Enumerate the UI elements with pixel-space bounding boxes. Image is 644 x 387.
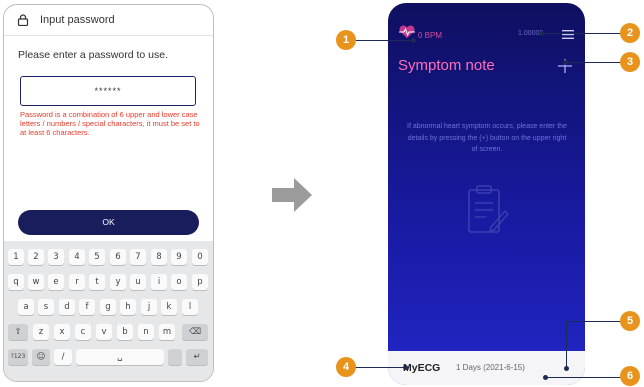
callout-5-badge: 5: [620, 311, 640, 331]
password-title: Input password: [40, 14, 115, 26]
key-3[interactable]: 3: [48, 249, 64, 265]
key-6[interactable]: 6: [110, 249, 126, 265]
key-y[interactable]: y: [110, 274, 126, 290]
key-v[interactable]: v: [96, 324, 112, 340]
period-key[interactable]: [168, 349, 182, 365]
key-9[interactable]: 9: [171, 249, 187, 265]
days-label: 1 Days (2021-6-15): [456, 363, 525, 372]
space-key[interactable]: ␣: [76, 349, 164, 365]
key-0[interactable]: 0: [192, 249, 208, 265]
callout-3-dot: [563, 59, 568, 65]
right-arrow-icon: [272, 178, 312, 212]
key-o[interactable]: o: [171, 274, 187, 290]
heart-logo-icon: [399, 25, 415, 38]
key-f[interactable]: f: [79, 299, 95, 315]
key-slash[interactable]: /: [54, 349, 72, 365]
callout-2-badge: 2: [620, 23, 640, 43]
key-j[interactable]: j: [141, 299, 157, 315]
key-g[interactable]: g: [100, 299, 116, 315]
callout-4-line: [354, 367, 406, 368]
key-4[interactable]: 4: [69, 249, 85, 265]
key-r[interactable]: r: [69, 274, 85, 290]
callout-1-line: [354, 40, 414, 41]
key-5[interactable]: 5: [89, 249, 105, 265]
key-l[interactable]: l: [182, 299, 198, 315]
key-2[interactable]: 2: [28, 249, 44, 265]
bpm-readout: 0 BPM: [418, 31, 443, 40]
callout-4-badge: 4: [336, 357, 356, 377]
callout-3-line: [566, 62, 622, 63]
callout-6-line: [546, 377, 622, 378]
callout-4-dot: [403, 364, 408, 370]
key-7[interactable]: 7: [130, 249, 146, 265]
key-p[interactable]: p: [192, 274, 208, 290]
key-q[interactable]: q: [8, 274, 24, 290]
key-u[interactable]: u: [130, 274, 146, 290]
menu-icon[interactable]: [562, 30, 574, 39]
key-w[interactable]: w: [28, 274, 44, 290]
password-input[interactable]: [20, 76, 196, 106]
key-x[interactable]: x: [54, 324, 70, 340]
callout-1-dot: [411, 37, 416, 43]
key-m[interactable]: m: [159, 324, 175, 340]
key-i[interactable]: i: [151, 274, 167, 290]
callout-6-dot: [543, 374, 548, 380]
bottom-bar: MyECG 1 Days (2021-6-15): [388, 351, 585, 385]
callout-3-badge: 3: [620, 52, 640, 72]
key-s[interactable]: s: [38, 299, 54, 315]
key-e[interactable]: e: [48, 274, 64, 290]
key-z[interactable]: z: [33, 324, 49, 340]
key-n[interactable]: n: [138, 324, 154, 340]
key-8[interactable]: 8: [151, 249, 167, 265]
callout-5-dot: [563, 365, 569, 371]
key-d[interactable]: d: [59, 299, 75, 315]
password-header: Input password: [4, 5, 213, 36]
shift-key[interactable]: ⇧: [8, 324, 28, 340]
callout-5-vline: [566, 321, 567, 368]
key-a[interactable]: a: [18, 299, 34, 315]
key-1[interactable]: 1: [8, 249, 24, 265]
key-h[interactable]: h: [120, 299, 136, 315]
app-name: MyECG: [403, 362, 441, 374]
emoji-key[interactable]: ☺: [32, 349, 50, 365]
callout-5-line: [566, 321, 622, 322]
symbols-key[interactable]: ?123: [8, 349, 28, 365]
clipboard-pen-icon: [468, 185, 509, 233]
symptom-note-screen: 0 BPM 1.00000 Symptom note If abnormal h…: [388, 3, 585, 385]
callout-6-badge: 6: [620, 366, 640, 386]
enter-key[interactable]: ↵: [186, 349, 208, 365]
screen-title: Symptom note: [398, 57, 495, 74]
empty-state-message: If abnormal heart symptom occurs, please…: [407, 123, 567, 153]
backspace-key[interactable]: ⌫: [182, 324, 208, 340]
key-k[interactable]: k: [161, 299, 177, 315]
soft-keyboard: 1 2 3 4 5 6 7 8 9 0 q w e r t y u i o p …: [4, 241, 213, 381]
callout-2-dot: [539, 30, 544, 36]
callout-2-line: [542, 33, 622, 34]
key-t[interactable]: t: [89, 274, 105, 290]
space-key-label: ␣: [117, 352, 123, 362]
password-instruction: Please enter a password to use.: [18, 49, 169, 61]
key-b[interactable]: b: [117, 324, 133, 340]
password-rule-text: Password is a combination of 6 upper and…: [20, 110, 200, 137]
lock-icon: [17, 14, 29, 26]
ok-button[interactable]: OK: [18, 210, 199, 235]
key-c[interactable]: c: [75, 324, 91, 340]
password-screen: Input password Please enter a password t…: [3, 4, 214, 382]
callout-1-badge: 1: [336, 30, 356, 50]
